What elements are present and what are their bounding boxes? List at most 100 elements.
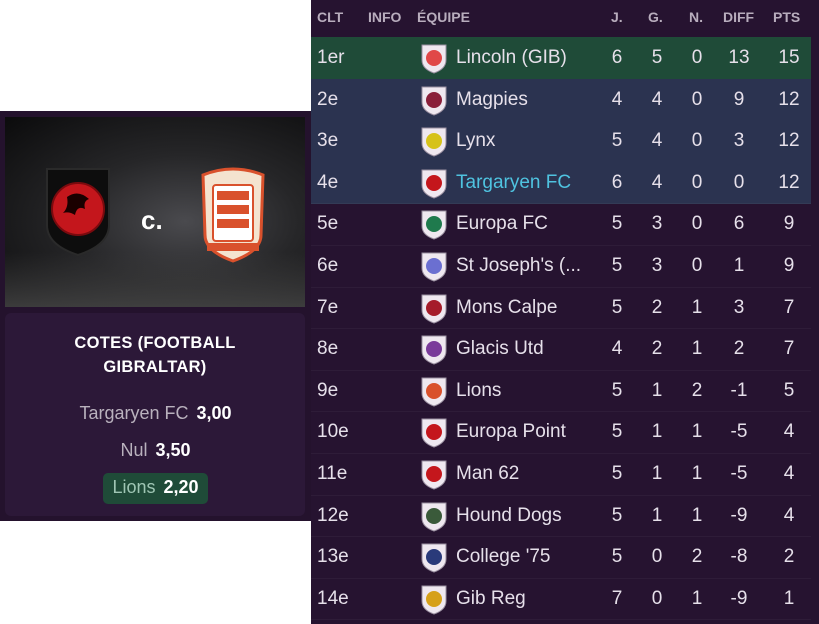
- table-row[interactable]: 7e Mons Calpe 5 2 1 3 7: [311, 287, 811, 330]
- row-won: 0: [651, 546, 663, 568]
- versus-label: c.: [141, 205, 163, 235]
- lions-crest-icon[interactable]: [197, 165, 269, 265]
- table-row[interactable]: 12e Hound Dogs 5 1 1 -9 4: [311, 495, 811, 538]
- table-row[interactable]: 3e Lynx 5 4 0 3 12: [311, 120, 811, 163]
- row-team-name[interactable]: Europa FC: [456, 213, 548, 235]
- row-won: 2: [651, 338, 663, 360]
- table-row[interactable]: 13e College '75 5 0 2 -8 2: [311, 536, 811, 579]
- row-drawn: 1: [691, 338, 703, 360]
- magpies-crest-icon[interactable]: [419, 84, 449, 116]
- row-won: 5: [651, 47, 663, 68]
- man-62-crest-icon[interactable]: [419, 458, 449, 490]
- row-drawn: 0: [691, 213, 703, 235]
- row-goal-diff: -5: [730, 421, 748, 443]
- row-won: 0: [651, 587, 663, 609]
- row-team-name[interactable]: Gib Reg: [456, 588, 526, 610]
- row-team-name[interactable]: Glacis Utd: [456, 338, 544, 360]
- header-pos[interactable]: CLT: [317, 9, 343, 25]
- glacis-utd-crest-icon[interactable]: [419, 333, 449, 365]
- row-drawn: 0: [691, 171, 703, 193]
- row-position: 1er: [317, 47, 345, 68]
- row-won: 1: [651, 421, 663, 443]
- odds-away-row[interactable]: Lions 2,20: [0, 473, 311, 504]
- odds-away-label: Lions: [112, 477, 156, 497]
- row-points: 2: [783, 546, 795, 568]
- row-played: 5: [611, 421, 623, 443]
- table-row[interactable]: 2e Magpies 4 4 0 9 12: [311, 78, 811, 122]
- row-goal-diff: 3: [733, 296, 745, 318]
- row-position: 14e: [317, 587, 349, 609]
- table-row[interactable]: 11e Man 62 5 1 1 -5 4: [311, 453, 811, 496]
- row-team-name[interactable]: Mons Calpe: [456, 297, 557, 319]
- header-team[interactable]: ÉQUIPE: [417, 9, 470, 25]
- row-team-name[interactable]: St Joseph's (...: [456, 255, 581, 277]
- row-points: 7: [783, 338, 795, 360]
- odds-home-value: 3,00: [196, 403, 232, 423]
- row-team-name[interactable]: Lincoln (GIB): [456, 47, 567, 69]
- row-drawn: 1: [691, 463, 703, 484]
- row-team-name[interactable]: Magpies: [456, 89, 528, 111]
- row-team-name[interactable]: Man 62: [456, 463, 519, 485]
- table-row[interactable]: 5e Europa FC 5 3 0 6 9: [311, 203, 811, 246]
- table-row[interactable]: 8e Glacis Utd 4 2 1 2 7: [311, 328, 811, 371]
- college-75-crest-icon[interactable]: [419, 541, 449, 573]
- europa-fc-crest-icon[interactable]: [419, 208, 449, 240]
- lynx-crest-icon[interactable]: [419, 125, 449, 157]
- lions-crest-icon[interactable]: [419, 375, 449, 407]
- targaryen-crest-icon[interactable]: [419, 167, 449, 199]
- header-won[interactable]: G.: [648, 9, 663, 25]
- table-row[interactable]: 6e St Joseph's (... 5 3 0 1 9: [311, 245, 811, 288]
- row-goal-diff: -1: [730, 379, 748, 401]
- hound-dogs-crest-icon[interactable]: [419, 500, 449, 532]
- row-played: 6: [611, 47, 623, 68]
- header-info[interactable]: INFO: [368, 9, 401, 25]
- st-josephs-crest-icon[interactable]: [419, 250, 449, 282]
- row-points: 9: [783, 213, 795, 235]
- row-team-name[interactable]: Europa Point: [456, 421, 566, 443]
- table-row[interactable]: 9e Lions 5 1 2 -1 5: [311, 370, 811, 413]
- table-row[interactable]: 1er Lincoln (GIB) 6 5 0 13 15: [311, 37, 811, 80]
- row-position: 8e: [317, 338, 339, 360]
- row-team-name[interactable]: Lynx: [456, 130, 495, 152]
- row-points: 9: [783, 255, 795, 276]
- row-team-name[interactable]: Targaryen FC: [456, 172, 571, 194]
- odds-draw-row[interactable]: Nul 3,50: [0, 440, 311, 461]
- row-drawn: 0: [691, 130, 703, 152]
- odds-away-value: 2,20: [163, 477, 199, 497]
- row-team-name[interactable]: Lions: [456, 380, 501, 402]
- row-team-name[interactable]: Hound Dogs: [456, 505, 562, 527]
- lincoln-crest-icon[interactable]: [419, 42, 449, 74]
- row-points: 1: [783, 587, 795, 609]
- europa-point-crest-icon[interactable]: [419, 416, 449, 448]
- row-won: 1: [651, 504, 663, 526]
- row-position: 12e: [317, 504, 349, 526]
- header-diff[interactable]: DIFF: [723, 9, 754, 25]
- odds-home-row[interactable]: Targaryen FC 3,00: [0, 403, 311, 424]
- row-drawn: 1: [691, 504, 703, 526]
- league-table: CLT INFO ÉQUIPE J. G. N. DIFF PTS 1er Lin…: [311, 0, 819, 624]
- table-row[interactable]: 10e Europa Point 5 1 1 -5 4: [311, 411, 811, 454]
- row-team-name[interactable]: College '75: [456, 546, 550, 568]
- header-played[interactable]: J.: [611, 9, 623, 25]
- row-drawn: 2: [691, 546, 703, 568]
- row-won: 3: [651, 255, 663, 276]
- row-goal-diff: 2: [733, 338, 745, 360]
- row-goal-diff: 0: [733, 171, 745, 193]
- mons-calpe-crest-icon[interactable]: [419, 292, 449, 324]
- row-won: 4: [651, 88, 663, 110]
- row-position: 10e: [317, 421, 349, 443]
- row-points: 12: [778, 171, 800, 193]
- header-drawn[interactable]: N.: [689, 9, 703, 25]
- row-goal-diff: 6: [733, 213, 745, 235]
- table-row[interactable]: 4e Targaryen FC 6 4 0 0 12: [311, 161, 811, 205]
- row-goal-diff: -5: [730, 463, 748, 484]
- gib-reg-crest-icon[interactable]: [419, 583, 449, 615]
- row-position: 11e: [317, 463, 348, 484]
- table-row[interactable]: 14e Gib Reg 7 0 1 -9 1: [311, 578, 811, 621]
- row-won: 3: [651, 213, 663, 235]
- table-header: CLT INFO ÉQUIPE J. G. N. DIFF PTS: [311, 0, 819, 36]
- row-goal-diff: -9: [730, 504, 748, 526]
- dragon-crest-icon[interactable]: [43, 167, 113, 257]
- header-pts[interactable]: PTS: [773, 9, 800, 25]
- row-played: 5: [611, 379, 623, 401]
